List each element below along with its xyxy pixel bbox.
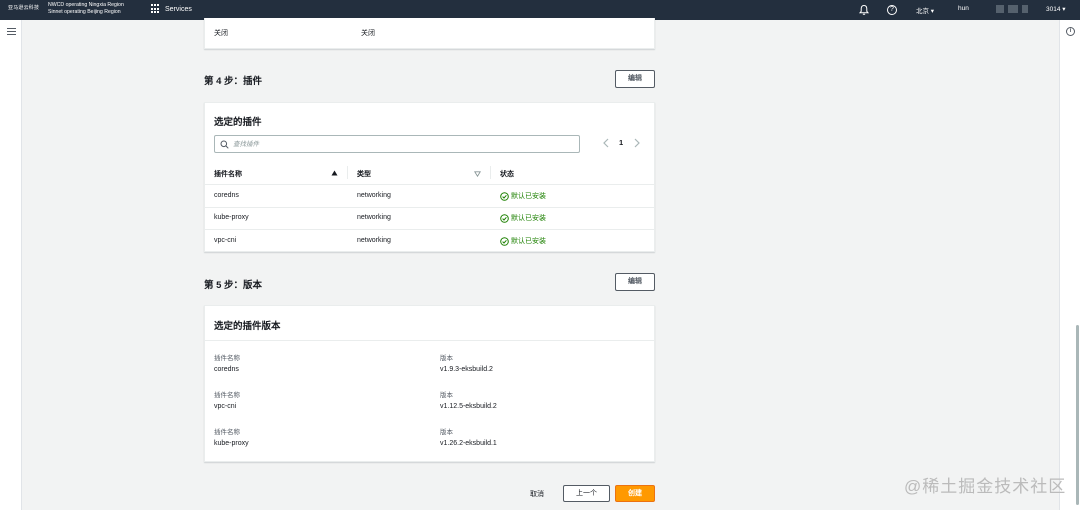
sort-descending-icon[interactable] xyxy=(474,171,481,177)
previous-page-chevron-icon[interactable] xyxy=(601,137,611,149)
table-header-divider xyxy=(205,184,654,185)
success-check-icon xyxy=(500,191,509,201)
region-operators: NWCD operating Ningxia Region Sinnet ope… xyxy=(48,2,124,16)
addon-status-cell: 默认已安装 xyxy=(500,213,546,223)
addon-version-value: v1.12.5-eksbuild.2 xyxy=(440,403,497,410)
column-divider xyxy=(347,166,348,179)
brand-logo[interactable]: 亚马逊云科技 xyxy=(8,4,39,11)
column-header-addon-name[interactable]: 插件名称 xyxy=(214,169,242,179)
addon-status-cell: 默认已安装 xyxy=(500,191,546,201)
next-page-chevron-icon[interactable] xyxy=(632,137,642,149)
status-text: 默认已安装 xyxy=(511,238,546,245)
step-5-title: 第 5 步：版本 xyxy=(204,280,263,291)
addon-status-cell: 默认已安装 xyxy=(500,236,546,246)
selected-addon-versions-card-title: 选定的插件版本 xyxy=(214,321,281,332)
sort-ascending-icon[interactable] xyxy=(331,170,338,176)
addon-name-cell: kube-proxy xyxy=(214,214,249,221)
cancel-button[interactable]: 取消 xyxy=(530,489,544,499)
addon-name-cell: coredns xyxy=(214,192,239,199)
addon-version-label: 版本 xyxy=(440,429,453,436)
previous-button[interactable]: 上一个 xyxy=(563,485,610,502)
success-check-icon xyxy=(500,236,509,246)
addon-name-value: kube-proxy xyxy=(214,440,249,447)
previous-step-field-value: 关闭 xyxy=(361,30,375,37)
info-panel-icon[interactable]: i xyxy=(1066,27,1075,36)
addon-version-label: 版本 xyxy=(440,392,453,399)
card-header-divider xyxy=(205,340,654,341)
create-button[interactable]: 创建 xyxy=(615,485,655,502)
column-header-status[interactable]: 状态 xyxy=(500,169,514,179)
addon-search-field[interactable] xyxy=(214,135,580,153)
addon-name-label: 插件名称 xyxy=(214,429,240,436)
services-label: Services xyxy=(165,5,192,13)
redacted-account-id xyxy=(996,5,1036,13)
watermark: @稀土掘金技术社区 xyxy=(904,477,1067,496)
page-scrollbar-thumb[interactable] xyxy=(1076,325,1079,505)
column-divider xyxy=(490,166,491,179)
table-row-divider xyxy=(205,207,654,208)
addon-type-cell: networking xyxy=(357,214,391,221)
help-icon[interactable]: ? xyxy=(887,5,897,15)
addon-name-label: 插件名称 xyxy=(214,355,240,362)
addon-name-value: coredns xyxy=(214,366,239,373)
account-menu[interactable]: 3014 ▾ xyxy=(1046,5,1066,13)
addon-version-value: v1.9.3-eksbuild.2 xyxy=(440,366,493,373)
addon-name-value: vpc-cni xyxy=(214,403,237,410)
hamburger-menu-icon[interactable] xyxy=(7,28,16,35)
column-header-type[interactable]: 类型 xyxy=(357,169,371,179)
addon-version-label: 版本 xyxy=(440,355,453,362)
addon-type-cell: networking xyxy=(357,192,391,199)
addon-version-value: v1.26.2-eksbuild.1 xyxy=(440,440,497,447)
left-side-rail xyxy=(0,20,22,510)
step-5-edit-button[interactable]: 编辑 xyxy=(615,273,655,291)
top-navigation-bar: 亚马逊云科技 NWCD operating Ningxia Region Sin… xyxy=(0,0,1080,20)
region-operator-ningxia: NWCD operating Ningxia Region xyxy=(48,2,124,8)
current-page-number[interactable]: 1 xyxy=(619,138,623,147)
region-operator-beijing: Sinnet operating Beijing Region xyxy=(48,9,121,15)
user-menu[interactable]: hun xyxy=(958,5,969,12)
addon-name-cell: vpc-cni xyxy=(214,237,237,244)
success-check-icon xyxy=(500,213,509,223)
step-4-edit-button[interactable]: 编辑 xyxy=(615,70,655,88)
status-text: 默认已安装 xyxy=(511,215,546,222)
notifications-bell-icon[interactable] xyxy=(858,4,870,16)
search-input[interactable] xyxy=(233,138,573,150)
previous-step-card xyxy=(204,18,655,49)
previous-step-field-value: 关闭 xyxy=(214,30,228,37)
step-4-title: 第 4 步：插件 xyxy=(204,76,263,87)
addon-type-cell: networking xyxy=(357,237,391,244)
services-grid-icon xyxy=(151,4,161,14)
services-menu[interactable]: Services xyxy=(151,4,192,14)
search-icon xyxy=(220,140,229,149)
status-text: 默认已安装 xyxy=(511,193,546,200)
table-row-divider xyxy=(205,229,654,230)
selected-addons-card-title: 选定的插件 xyxy=(214,117,262,128)
region-selector[interactable]: 北京 ▾ xyxy=(916,5,934,15)
addon-name-label: 插件名称 xyxy=(214,392,240,399)
